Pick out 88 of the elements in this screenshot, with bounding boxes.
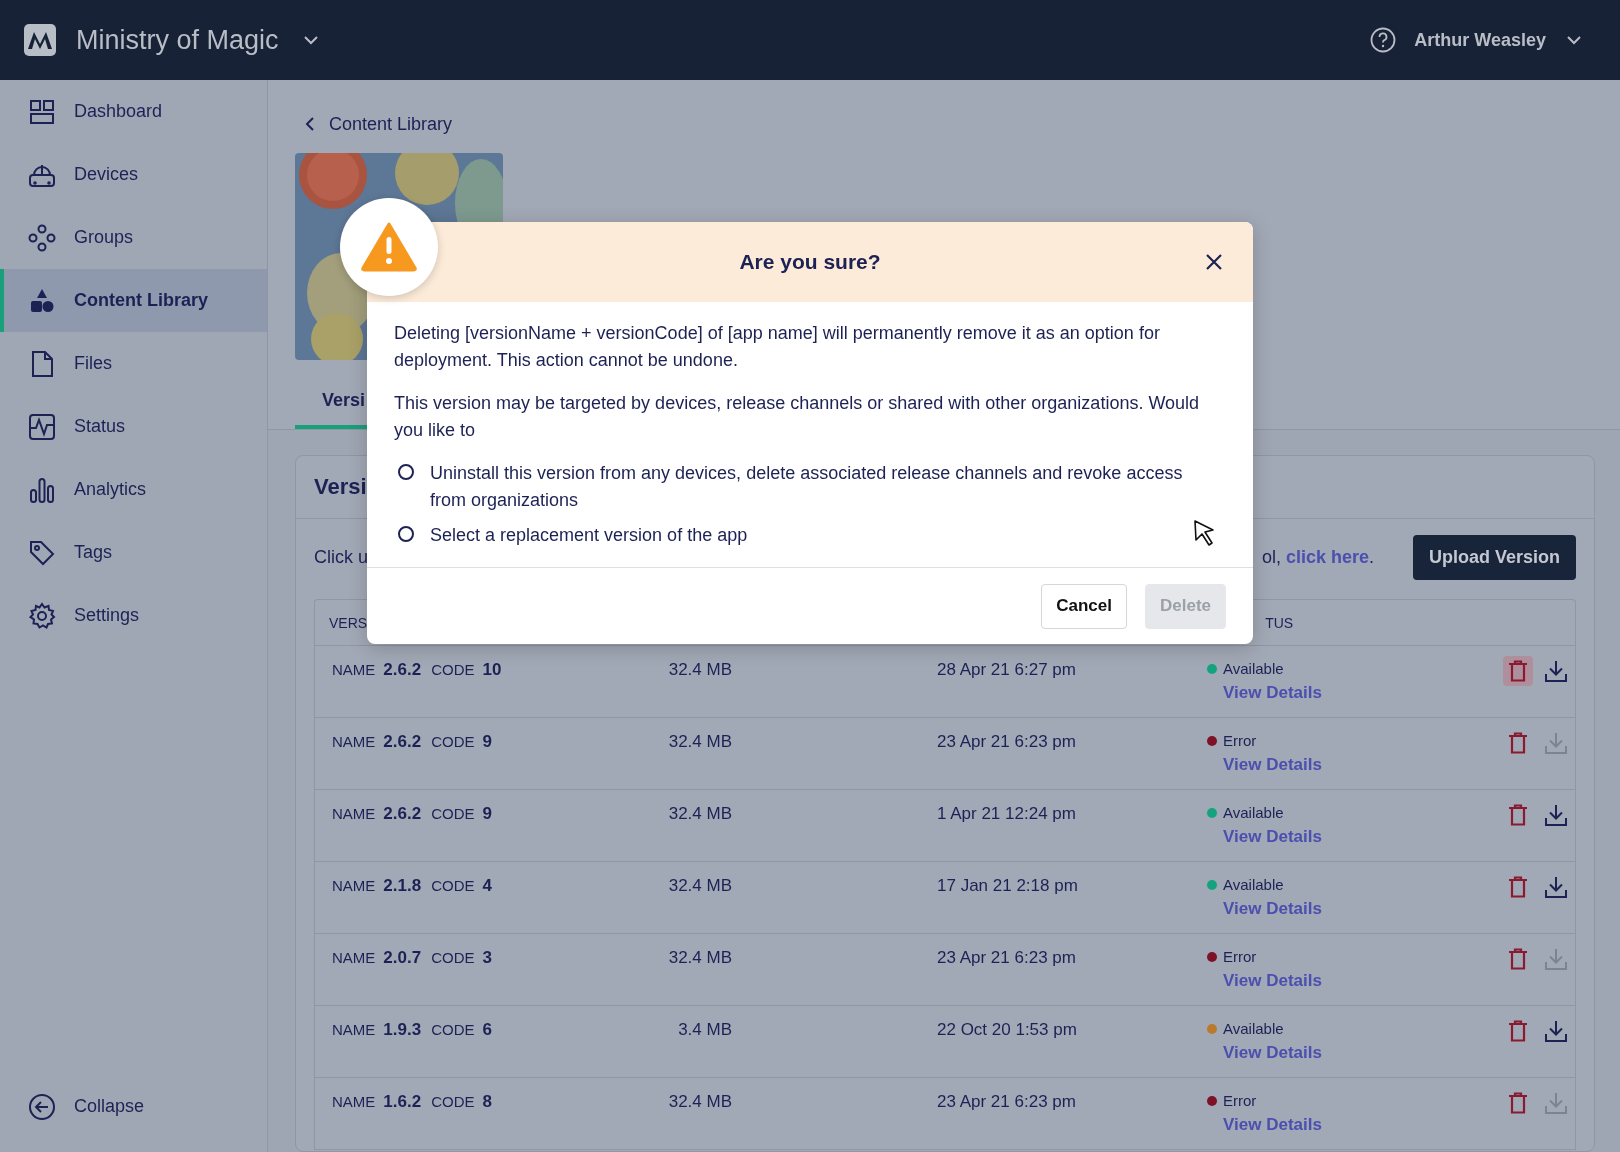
upload-version-button[interactable]: Upload Version: [1412, 535, 1576, 580]
name-label: NAME: [332, 733, 376, 750]
upload-date: 23 Apr 21 6:23 pm: [937, 732, 1077, 752]
settings-icon: [28, 601, 56, 630]
sidebar-item[interactable]: Settings: [0, 584, 267, 647]
sidebar-item[interactable]: Content Library: [0, 269, 267, 332]
card-title: Versi: [314, 474, 367, 500]
file-size: 32.4 MB: [667, 660, 732, 680]
delete-button[interactable]: [1503, 656, 1533, 686]
file-size: 32.4 MB: [667, 1092, 732, 1112]
radio-button[interactable]: [398, 464, 414, 480]
upload-date: 23 Apr 21 6:23 pm: [937, 1092, 1077, 1112]
version-code: 4: [482, 876, 492, 896]
column-header: VERS: [329, 614, 368, 631]
status-text: Error: [1223, 1092, 1257, 1109]
intro-text: ol, click here.: [1262, 547, 1376, 568]
version-name: 1.9.3: [383, 1020, 422, 1040]
sidebar-item[interactable]: Dashboard: [0, 80, 267, 143]
file-size: 3.4 MB: [677, 1020, 732, 1040]
version-name: 2.6.2: [383, 660, 422, 680]
upload-date: 1 Apr 21 12:24 pm: [937, 804, 1077, 824]
status-text: Available: [1223, 876, 1284, 893]
file-size: 32.4 MB: [667, 732, 732, 752]
version-name: 1.6.2: [383, 1092, 422, 1112]
version-name: 2.0.7: [383, 948, 422, 968]
file-size: 32.4 MB: [667, 948, 732, 968]
pulse-icon: [28, 412, 56, 441]
sidebar-item[interactable]: Status: [0, 395, 267, 458]
code-label: CODE: [431, 877, 475, 894]
sidebar-item[interactable]: Analytics: [0, 458, 267, 521]
sidebar-item[interactable]: Files: [0, 332, 267, 395]
bar-chart-icon: [28, 475, 56, 504]
sidebar-item[interactable]: Tags: [0, 521, 267, 584]
dialog-message: Deleting [versionName + versionCode] of [app name] will permanently remove it as an option for deployment. This action cannot be undone.: [394, 322, 1161, 372]
status-text: Error: [1223, 732, 1257, 749]
status-text: Available: [1223, 660, 1284, 677]
collapse-button[interactable]: Collapse: [0, 1075, 267, 1138]
upload-date: 28 Apr 21 6:27 pm: [937, 660, 1077, 680]
sidebar-item[interactable]: Groups: [0, 206, 267, 269]
code-label: CODE: [431, 949, 475, 966]
version-code: 8: [482, 1092, 492, 1112]
back-link[interactable]: Content Library: [303, 110, 453, 138]
name-label: NAME: [332, 949, 376, 966]
code-label: CODE: [431, 1093, 475, 1110]
status-text: Error: [1223, 948, 1257, 965]
status-text: Available: [1223, 1020, 1284, 1037]
code-label: CODE: [431, 1021, 475, 1038]
status-text: Available: [1223, 804, 1284, 821]
name-label: NAME: [332, 1021, 376, 1038]
sidebar-item[interactable]: Devices: [0, 143, 267, 206]
version-name: 2.6.2: [383, 732, 422, 752]
version-code: 9: [482, 732, 492, 752]
column-header: TUS: [1265, 614, 1295, 631]
name-label: NAME: [332, 877, 376, 894]
help-icon[interactable]: [1370, 27, 1397, 53]
version-code: 6: [482, 1020, 492, 1040]
upload-date: 17 Jan 21 2:18 pm: [937, 876, 1079, 896]
radio-button[interactable]: [398, 526, 414, 542]
circles-icon: [28, 223, 56, 252]
version-code: 9: [482, 804, 492, 824]
name-label: NAME: [332, 661, 376, 678]
file-size: 32.4 MB: [667, 804, 732, 824]
version-name: 2.6.2: [383, 804, 422, 824]
code-label: CODE: [431, 805, 475, 822]
dashboard-icon: [28, 97, 56, 126]
option-label[interactable]: Uninstall this version from any devices, delete associated release channels and revoke access from organizations: [430, 460, 1223, 514]
name-label: NAME: [332, 1093, 376, 1110]
dialog-title: Are you sure?: [739, 250, 881, 274]
warning-icon: [361, 222, 417, 272]
version-code: 10: [482, 660, 502, 680]
close-button[interactable]: [1205, 253, 1223, 271]
tag-icon: [28, 538, 56, 567]
version-code: 3: [482, 948, 492, 968]
organization-name[interactable]: Ministry of Magic: [76, 24, 279, 56]
option-label[interactable]: Select a replacement version of the app: [430, 522, 748, 549]
cancel-button[interactable]: Cancel: [1041, 583, 1127, 629]
logo-icon[interactable]: [24, 24, 56, 56]
code-label: CODE: [431, 661, 475, 678]
file-size: 32.4 MB: [667, 876, 732, 896]
dialog-message: This version may be targeted by devices, release channels or shared with other organizations. Would you like to: [394, 392, 1201, 442]
code-label: CODE: [431, 733, 475, 750]
version-name: 2.1.8: [383, 876, 422, 896]
upload-date: 22 Oct 20 1:53 pm: [937, 1020, 1078, 1040]
upload-date: 23 Apr 21 6:23 pm: [937, 948, 1077, 968]
name-label: NAME: [332, 805, 376, 822]
chevron-left-icon: [303, 116, 317, 132]
user-name[interactable]: Arthur Weasley: [1414, 29, 1546, 51]
intro-text: Click u: [314, 547, 368, 568]
